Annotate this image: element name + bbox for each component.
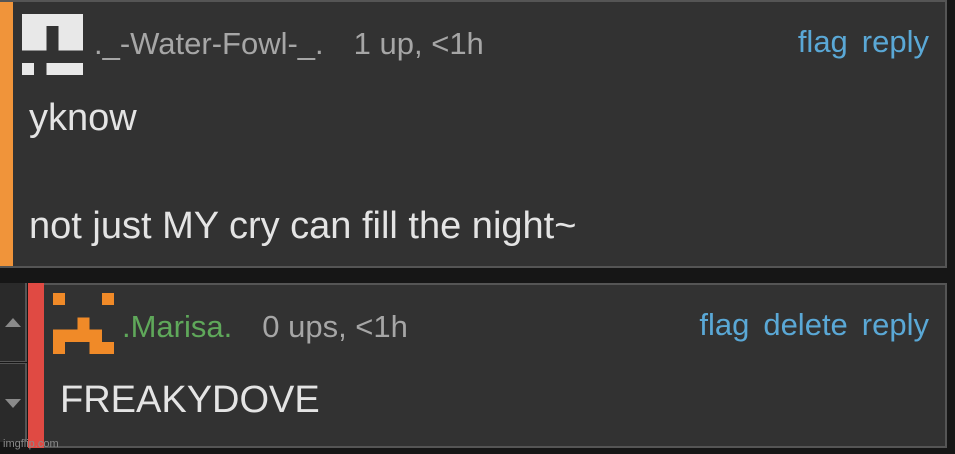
- username-link[interactable]: ._-Water-Fowl-_.: [94, 26, 324, 62]
- vote-count-timestamp: 0 ups, <1h: [262, 309, 408, 344]
- comment-card: ._-Water-Fowl-_. 1 up, <1h flag reply yk…: [0, 0, 947, 268]
- upvote-button[interactable]: [0, 283, 27, 362]
- downvote-button[interactable]: [0, 363, 27, 442]
- arrow-down-icon: [4, 398, 21, 408]
- reply-link[interactable]: reply: [862, 307, 929, 343]
- username-link[interactable]: .Marisa.: [122, 309, 232, 345]
- comment-meta: ._-Water-Fowl-_. 1 up, <1h: [94, 24, 484, 64]
- reply-link[interactable]: reply: [862, 24, 929, 60]
- flag-link[interactable]: flag: [699, 307, 749, 343]
- comment-text-line: yknow: [29, 97, 137, 139]
- comment-meta: .Marisa. 0 ups, <1h: [122, 307, 408, 347]
- arrow-up-icon: [4, 317, 21, 327]
- user-avatar-icon[interactable]: [53, 293, 114, 354]
- comment-actions: flag reply: [798, 24, 929, 60]
- user-avatar-icon[interactable]: [22, 14, 83, 75]
- vote-controls: [0, 283, 27, 448]
- watermark-text: imgflip.com: [3, 438, 59, 450]
- comment-accent-bar: [0, 2, 13, 266]
- comment-text-line: FREAKYDOVE: [60, 379, 320, 421]
- comment-actions: flag delete reply: [699, 307, 929, 343]
- comment-accent-bar: [28, 283, 44, 448]
- flag-link[interactable]: flag: [798, 24, 848, 60]
- comment-thread: ._-Water-Fowl-_. 1 up, <1h flag reply yk…: [0, 0, 955, 454]
- vote-count-timestamp: 1 up, <1h: [353, 26, 484, 61]
- comment-text-line: not just MY cry can fill the night~: [29, 205, 577, 247]
- delete-link[interactable]: delete: [763, 307, 847, 343]
- comment-card: .Marisa. 0 ups, <1h flag delete reply FR…: [28, 283, 947, 448]
